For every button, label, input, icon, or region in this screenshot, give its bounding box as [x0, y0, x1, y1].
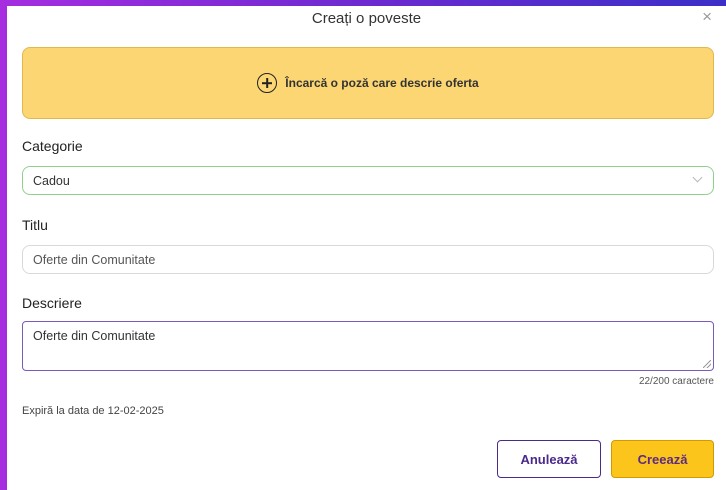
expiry-date: Expiră la data de 12-02-2025 [22, 405, 164, 417]
title-label: Titlu [22, 217, 48, 233]
upload-photo-label: Încarcă o poză care descrie oferta [285, 76, 479, 90]
description-value: Oferte din Comunitate [33, 329, 156, 343]
category-select[interactable]: Cadou [22, 166, 714, 195]
plus-circle-icon [257, 73, 278, 93]
resize-handle-icon[interactable] [703, 360, 711, 368]
dialog-title: Creați o poveste [311, 10, 422, 27]
upload-photo-button[interactable]: Încarcă o poză care descrie oferta [22, 47, 714, 119]
description-label: Descriere [22, 295, 82, 311]
title-value: Oferte din Comunitate [33, 252, 156, 267]
description-textarea[interactable]: Oferte din Comunitate [22, 321, 714, 371]
category-label: Categorie [22, 138, 83, 154]
create-story-dialog: Creați o poveste × Încarcă o poză care d… [7, 6, 726, 490]
chevron-down-icon [692, 172, 703, 183]
cancel-button[interactable]: Anulează [497, 440, 601, 478]
category-value: Cadou [33, 173, 70, 188]
close-icon[interactable]: × [702, 8, 712, 26]
create-button[interactable]: Creează [611, 440, 714, 478]
title-input[interactable]: Oferte din Comunitate [22, 245, 714, 274]
dialog-header: Creați o poveste × [7, 6, 726, 34]
character-counter: 22/200 caractere [638, 376, 714, 387]
